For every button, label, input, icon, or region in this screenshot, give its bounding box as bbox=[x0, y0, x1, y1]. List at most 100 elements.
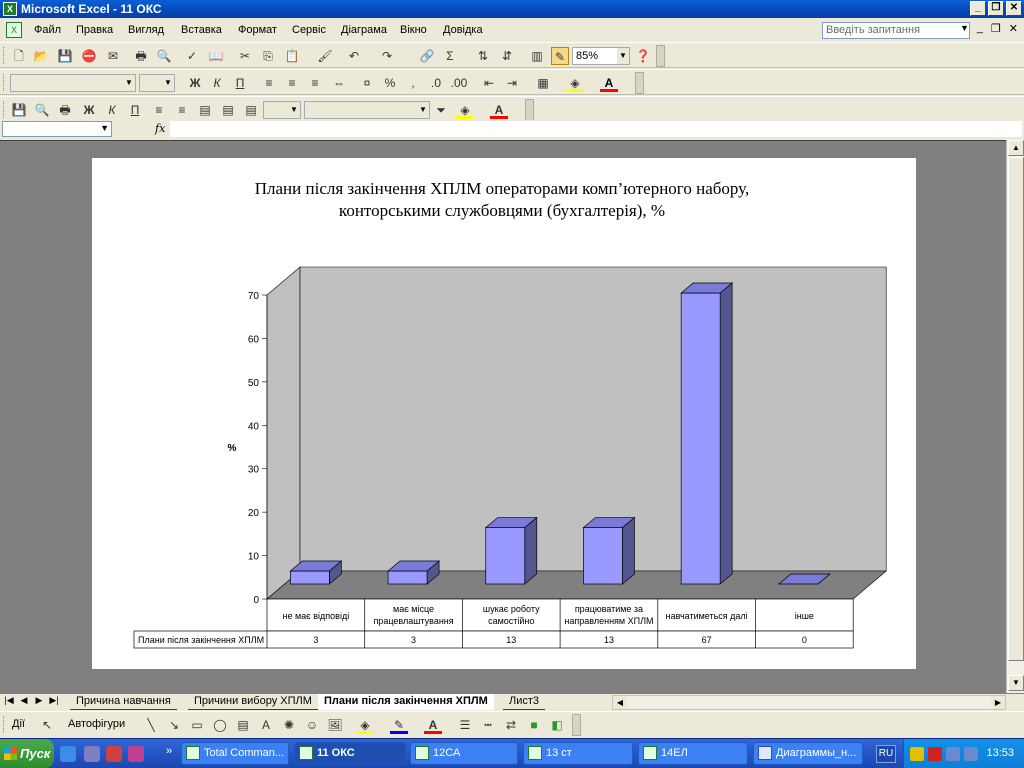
spelling-icon[interactable]: ✓ bbox=[183, 47, 201, 65]
font-name-combo[interactable]: ▼ bbox=[304, 101, 430, 119]
network-icon[interactable] bbox=[964, 747, 978, 761]
close-button[interactable]: ✕ bbox=[1006, 1, 1022, 16]
print-preview-icon[interactable]: 🔍 bbox=[155, 47, 173, 65]
autosum-icon[interactable]: Σ bbox=[441, 47, 459, 65]
fx-icon[interactable]: fx bbox=[155, 122, 165, 135]
last-sheet-icon[interactable]: ▶| bbox=[48, 695, 60, 706]
oval-icon[interactable]: ◯ bbox=[211, 716, 229, 734]
zoom-combo[interactable]: 85% ▼ bbox=[572, 47, 630, 65]
taskbar-button[interactable]: Total Comman... bbox=[181, 742, 289, 765]
align-right-icon[interactable]: ▤ bbox=[196, 101, 214, 119]
menu-view[interactable]: Вигляд bbox=[128, 24, 164, 36]
more-icon[interactable]: » bbox=[166, 745, 172, 757]
formula-input[interactable] bbox=[170, 121, 1022, 137]
wordart-icon[interactable]: A bbox=[257, 716, 275, 734]
comma-style-icon[interactable]: , bbox=[404, 74, 422, 92]
print-icon[interactable]: 🖶 bbox=[56, 101, 74, 119]
doc-restore-button[interactable]: ❐ bbox=[991, 22, 1001, 35]
italic-icon[interactable]: К bbox=[208, 74, 226, 92]
restore-button[interactable]: ❐ bbox=[988, 1, 1004, 16]
toolbar-grip[interactable] bbox=[3, 101, 6, 118]
line-style-icon[interactable]: ☰ bbox=[456, 716, 474, 734]
scroll-left-icon[interactable]: ◀ bbox=[613, 696, 627, 709]
taskbar-button-active[interactable]: 11 ОКС bbox=[294, 742, 406, 765]
fill-color-icon[interactable]: ◈ bbox=[566, 74, 584, 92]
doc-close-button[interactable]: ✕ bbox=[1009, 22, 1018, 35]
save-icon[interactable]: 💾 bbox=[56, 47, 74, 65]
vertical-scrollbar[interactable]: ▲ ▼ bbox=[1006, 140, 1024, 693]
drawing-icon[interactable]: ✎ bbox=[551, 47, 569, 65]
align-center-icon[interactable]: ≡ bbox=[283, 74, 301, 92]
diagram-icon[interactable]: ✺ bbox=[280, 716, 298, 734]
merge-center-icon[interactable]: ⇔ bbox=[330, 74, 348, 92]
prev-sheet-icon[interactable]: ◀ bbox=[18, 695, 30, 706]
sheet-tab-3[interactable]: Плани після закінчення ХПЛМ bbox=[318, 694, 494, 710]
underline-icon[interactable]: П bbox=[126, 101, 144, 119]
arrow-icon[interactable]: ↘ bbox=[165, 716, 183, 734]
chart-wizard-icon[interactable]: ▥ bbox=[528, 47, 546, 65]
menu-tools[interactable]: Сервіс bbox=[292, 24, 326, 36]
align-left-icon[interactable]: ≡ bbox=[260, 74, 278, 92]
increase-indent-icon[interactable]: ⇥ bbox=[503, 74, 521, 92]
shadow-icon[interactable]: ■ bbox=[525, 716, 543, 734]
excel-app-icon[interactable]: X bbox=[3, 2, 17, 16]
hyperlink-icon[interactable]: 🔗 bbox=[418, 47, 436, 65]
quicklaunch-icon[interactable] bbox=[84, 746, 100, 762]
percent-icon[interactable]: % bbox=[381, 74, 399, 92]
3d-icon[interactable]: ◧ bbox=[548, 716, 566, 734]
antivirus-icon[interactable] bbox=[928, 747, 942, 761]
help-icon[interactable]: ❓ bbox=[634, 47, 652, 65]
scroll-down-icon[interactable]: ▼ bbox=[1008, 675, 1024, 691]
textbox-icon[interactable]: ▤ bbox=[234, 716, 252, 734]
taskbar-button[interactable]: 12СА bbox=[410, 742, 518, 765]
bold-icon[interactable]: Ж bbox=[186, 74, 204, 92]
chevron-down-icon[interactable]: ▼ bbox=[100, 123, 109, 133]
scroll-thumb[interactable] bbox=[1008, 157, 1024, 661]
decrease-indent-icon[interactable]: ⇤ bbox=[480, 74, 498, 92]
justify-icon[interactable]: ▤ bbox=[242, 101, 260, 119]
fill-color-icon[interactable]: ◈ bbox=[456, 101, 474, 119]
toolbar-options-icon[interactable] bbox=[635, 72, 644, 94]
save-icon[interactable]: 💾 bbox=[10, 101, 28, 119]
dash-style-icon[interactable]: ┅ bbox=[479, 716, 497, 734]
decrease-decimal-icon[interactable]: .00 bbox=[450, 74, 468, 92]
next-sheet-icon[interactable]: ▶ bbox=[33, 695, 45, 706]
cut-icon[interactable]: ✂ bbox=[236, 47, 254, 65]
new-icon[interactable]: 🗋 bbox=[10, 47, 28, 65]
format-painter-icon[interactable]: 🖌 bbox=[316, 47, 334, 65]
rectangle-icon[interactable]: ▭ bbox=[188, 716, 206, 734]
network-icon[interactable] bbox=[946, 747, 960, 761]
italic-icon[interactable]: К bbox=[103, 101, 121, 119]
taskbar-button[interactable]: 13 ст bbox=[523, 742, 633, 765]
filter-icon[interactable]: ⏷ bbox=[432, 101, 450, 119]
menu-edit[interactable]: Правка bbox=[76, 24, 113, 36]
sheet-tab-1[interactable]: Причина навчання bbox=[70, 694, 177, 710]
copy-icon[interactable]: ⎘ bbox=[259, 47, 277, 65]
font-color-icon[interactable]: A bbox=[490, 101, 508, 119]
language-indicator[interactable]: RU bbox=[876, 745, 896, 763]
font-color-icon[interactable]: A bbox=[424, 716, 442, 734]
chevron-down-icon[interactable]: ▼ bbox=[417, 102, 429, 118]
merge-icon[interactable]: ▤ bbox=[219, 101, 237, 119]
borders-icon[interactable]: ▦ bbox=[534, 74, 552, 92]
email-icon[interactable]: ✉ bbox=[104, 47, 122, 65]
menu-insert[interactable]: Вставка bbox=[181, 24, 222, 36]
font-size-combo[interactable]: ▼ bbox=[139, 74, 175, 92]
redo-icon[interactable]: ↷ bbox=[378, 47, 396, 65]
font-size-combo[interactable]: ▼ bbox=[263, 101, 301, 119]
fill-color-icon[interactable]: ◈ bbox=[356, 716, 374, 734]
align-left-icon[interactable]: ≡ bbox=[150, 101, 168, 119]
menu-window[interactable]: Вікно bbox=[400, 24, 427, 36]
menu-help[interactable]: Довідка bbox=[443, 24, 483, 36]
help-search-input[interactable]: Введіть запитання bbox=[822, 22, 970, 39]
ie-icon[interactable] bbox=[60, 746, 76, 762]
draw-actions-menu[interactable]: Дії bbox=[12, 718, 25, 730]
clipart-icon[interactable]: ☺ bbox=[303, 716, 321, 734]
chart-area[interactable]: Плани після закінчення ХПЛМ операторами … bbox=[92, 158, 916, 669]
chevron-down-icon[interactable]: ▼ bbox=[960, 23, 969, 33]
bold-icon[interactable]: Ж bbox=[80, 101, 98, 119]
toolbar-options-icon[interactable] bbox=[656, 45, 665, 67]
open-icon[interactable]: 📂 bbox=[32, 47, 50, 65]
font-color-icon[interactable]: A bbox=[600, 74, 618, 92]
print-preview-icon[interactable]: 🔍 bbox=[33, 101, 51, 119]
